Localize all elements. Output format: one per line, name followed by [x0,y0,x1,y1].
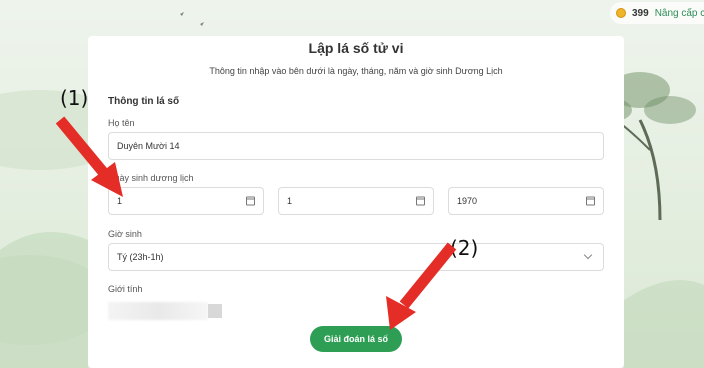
gender-select[interactable] [108,302,208,320]
year-value: 1970 [457,196,478,206]
chart-form-card: Lập lá số tử vi Thông tin nhập vào bên d… [88,36,624,368]
gender-indicator [208,304,222,318]
submit-button[interactable]: Giải đoán lá số [310,326,402,352]
day-input[interactable]: 1 [108,187,264,215]
annotation-step-2: (2) [450,236,479,260]
calendar-icon[interactable] [586,196,595,206]
month-value: 1 [287,196,293,206]
form-subtitle: Thông tin nhập vào bên dưới là ngày, thá… [209,66,503,76]
gender-label: Giới tính [108,284,143,294]
birth-hour-value: Tý (23h-1h) [117,252,164,262]
day-value: 1 [117,196,123,206]
dob-label: Ngày sinh dương lịch [108,173,194,183]
month-input[interactable]: 1 [278,187,434,215]
chevron-down-icon [583,250,593,260]
name-label: Họ tên [108,118,135,128]
upgrade-link[interactable]: Nâng cấp c [655,8,704,19]
coin-count: 399 [632,7,649,19]
coin-badge: 399 Nâng cấp c [610,2,704,24]
coin-icon [616,8,626,18]
calendar-icon[interactable] [246,196,255,206]
calendar-icon[interactable] [416,196,425,206]
name-input[interactable]: Duyên Mười 14 [108,132,604,160]
birth-hour-select[interactable]: Tý (23h-1h) [108,243,604,271]
annotation-step-1: (1) [60,86,89,110]
birth-hour-label: Giờ sinh [108,229,142,239]
year-input[interactable]: 1970 [448,187,604,215]
form-title: Lập lá số tử vi [308,40,404,56]
name-value: Duyên Mười 14 [117,141,180,151]
section-title: Thông tin lá số [108,96,180,107]
